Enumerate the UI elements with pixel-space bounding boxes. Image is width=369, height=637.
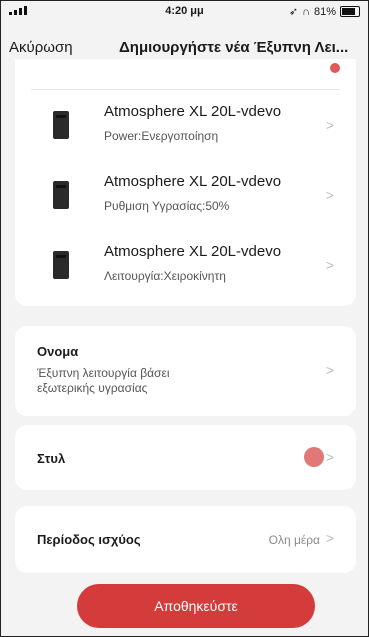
device-item[interactable]: Atmosphere XL 20L-vdevo Power:Ενεργοποίη… <box>15 97 356 157</box>
period-label: Περίοδος ισχύος <box>37 532 141 547</box>
status-bar: 4:20 μμ ➶ ∩ 81% <box>1 1 368 23</box>
device-item[interactable]: Atmosphere XL 20L-vdevo Ρυθμιση Υγρασίας… <box>15 167 356 227</box>
cancel-button[interactable]: Ακύρωση <box>9 39 73 56</box>
style-label: Στυλ <box>37 451 66 466</box>
style-row[interactable]: Στυλ > <box>15 425 356 490</box>
name-label: Ονομα <box>37 344 79 359</box>
status-right: ➶ ∩ 81% <box>289 5 360 18</box>
divider <box>31 89 340 90</box>
name-row[interactable]: Ονομα Έξυπνη λειτουργία βάσει εξωτερικής… <box>15 326 356 416</box>
humidifier-icon <box>53 181 69 209</box>
period-value: Ολη μέρα <box>268 533 320 547</box>
device-name: Atmosphere XL 20L-vdevo <box>104 103 282 120</box>
chevron-right-icon: > <box>325 187 334 203</box>
device-name: Atmosphere XL 20L-vdevo <box>104 173 282 190</box>
chevron-right-icon: > <box>325 362 334 378</box>
chevron-right-icon: > <box>325 530 334 546</box>
battery-percent: 81% <box>313 5 336 18</box>
actions-card: Atmosphere XL 20L-vdevo Power:Ενεργοποίη… <box>15 59 356 306</box>
name-value-line2: εξωτερικής υγρασίας <box>37 381 148 395</box>
status-dot-icon <box>330 63 340 73</box>
humidifier-icon <box>53 111 69 139</box>
location-icon: ➶ <box>288 6 299 18</box>
save-button[interactable]: Αποθηκεύστε <box>77 584 315 628</box>
humidifier-icon <box>53 251 69 279</box>
period-row[interactable]: Περίοδος ισχύος Ολη μέρα > <box>15 506 356 573</box>
style-color-swatch <box>304 447 324 467</box>
device-status: Λειτουργία:Χειροκίνητη <box>104 269 226 283</box>
name-value-line1: Έξυπνη λειτουργία βάσει <box>37 366 170 380</box>
headphones-icon: ∩ <box>302 5 310 18</box>
device-status: Power:Ενεργοποίηση <box>104 129 219 143</box>
screen: 4:20 μμ ➶ ∩ 81% Ακύρωση Δημιουργήστε νέα… <box>0 0 369 637</box>
page-title: Δημιουργήστε νέα Έξυπνη Λει... <box>119 39 349 56</box>
battery-icon <box>340 6 360 17</box>
device-name: Atmosphere XL 20L-vdevo <box>104 243 282 260</box>
chevron-right-icon: > <box>325 449 334 465</box>
chevron-right-icon: > <box>325 257 334 273</box>
device-status: Ρυθμιση Υγρασίας:50% <box>104 199 230 213</box>
device-item[interactable]: Atmosphere XL 20L-vdevo Λειτουργία:Χειρο… <box>15 237 356 297</box>
chevron-right-icon: > <box>325 117 334 133</box>
